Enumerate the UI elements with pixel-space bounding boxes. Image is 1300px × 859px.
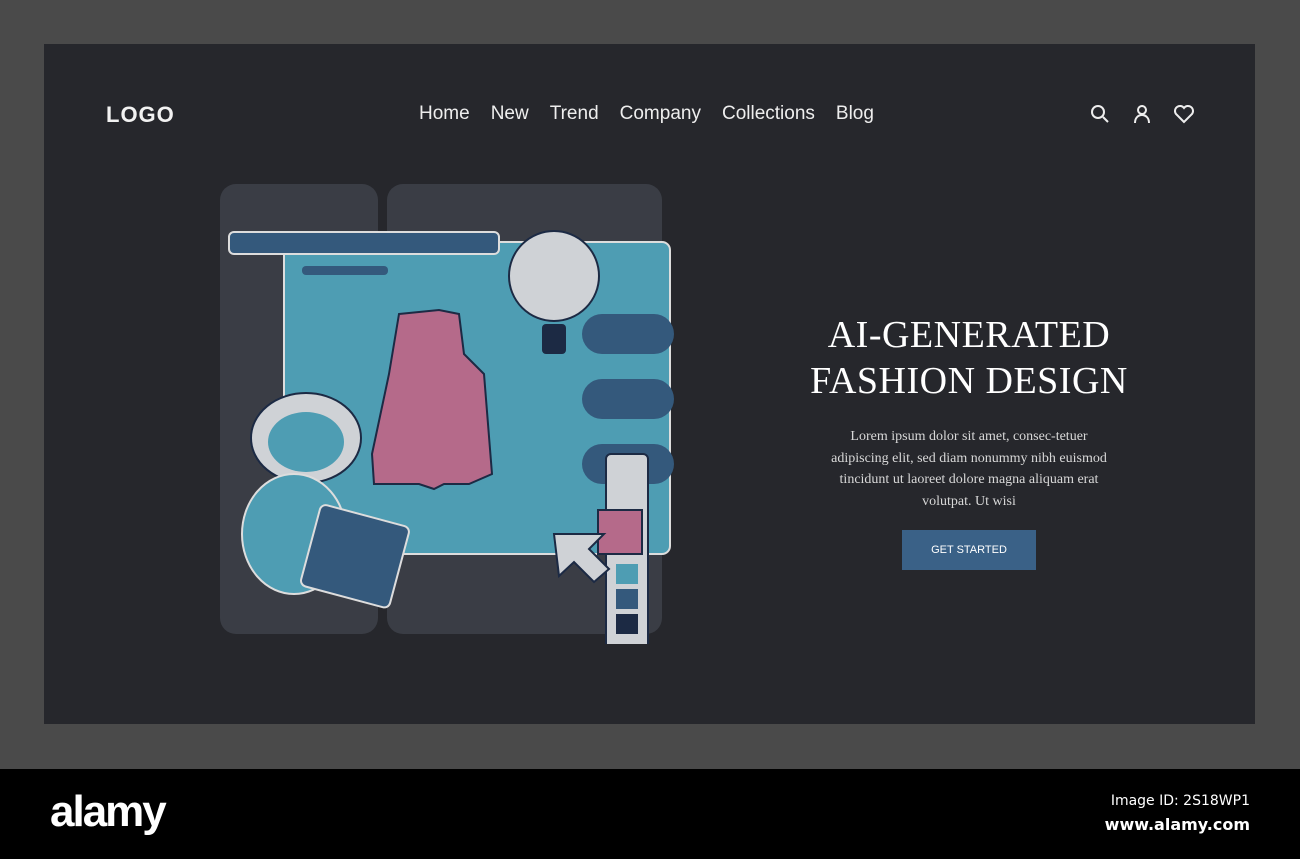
alamy-logo: alamy	[50, 787, 167, 836]
image-id: Image ID: 2S18WP1	[1110, 793, 1250, 809]
site-url: www.alamy.com	[1104, 815, 1250, 834]
nav-home[interactable]: Home	[419, 103, 470, 125]
ai-fashion-illustration	[220, 184, 674, 644]
nav-new[interactable]: New	[491, 103, 529, 125]
title-line-1: AI-GENERATED	[827, 314, 1111, 356]
title-line-2: FASHION DESIGN	[810, 360, 1128, 402]
get-started-button[interactable]: GET STARTED	[902, 530, 1036, 570]
main-nav: Home New Trend Company Collections Blog	[419, 103, 874, 125]
hero-section: AI-GENERATED FASHION DESIGN Lorem ipsum d…	[784, 312, 1154, 570]
nav-company[interactable]: Company	[620, 103, 701, 125]
search-icon[interactable]	[1088, 102, 1112, 126]
hero-title: AI-GENERATED FASHION DESIGN	[784, 312, 1154, 404]
user-icon[interactable]	[1130, 102, 1154, 126]
header-icons	[1088, 102, 1196, 126]
nav-collections[interactable]: Collections	[722, 103, 815, 125]
watermark-bar: alamy Image ID: 2S18WP1 www.alamy.com	[0, 769, 1300, 859]
hero-description: Lorem ipsum dolor sit amet, consec-tetue…	[831, 429, 1107, 509]
heart-icon[interactable]	[1172, 102, 1196, 126]
nav-blog[interactable]: Blog	[836, 103, 874, 125]
landing-page: LOGO Home New Trend Company Collections …	[44, 44, 1255, 724]
nav-trend[interactable]: Trend	[550, 103, 599, 125]
logo[interactable]: LOGO	[106, 102, 175, 128]
